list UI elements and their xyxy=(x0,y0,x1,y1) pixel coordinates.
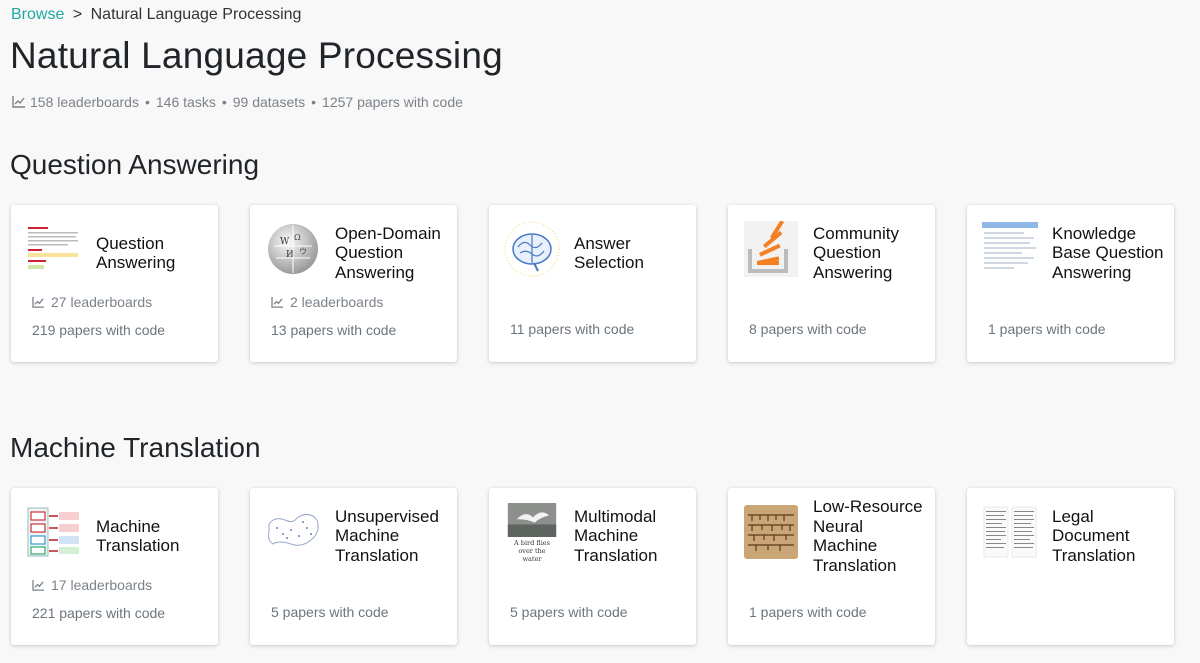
task-card-papers: 13 papers with code xyxy=(271,322,397,338)
task-card-leaderboards-count: 2 leaderboards xyxy=(290,294,384,310)
breadcrumb-separator: > xyxy=(72,6,83,23)
task-card-machine-translation[interactable]: Machine Translation 17 leaderboards 221 … xyxy=(11,488,218,645)
legal-document-thumbnail xyxy=(982,504,1038,560)
task-card-question-answering[interactable]: Question Answering 27 leaderboards 219 p… xyxy=(11,205,218,362)
task-card-open-domain-question-answering[interactable]: W Ω И ウ Open-Domain Question Answering 2… xyxy=(250,205,457,362)
task-card-title: Community Question Answering xyxy=(813,223,899,282)
task-card-title: Open-Domain Question Answering xyxy=(335,223,441,282)
kb-screenshot-thumbnail xyxy=(982,221,1038,277)
task-card-unsupervised-machine-translation[interactable]: Unsupervised Machine Translation 5 paper… xyxy=(250,488,457,645)
stats-separator: • xyxy=(144,94,150,110)
section-title-question-answering: Question Answering xyxy=(10,149,260,180)
manuscript-thumbnail xyxy=(743,504,799,560)
bird-photo-thumbnail: A bird flies over the water xyxy=(504,503,560,563)
card-row-machine-translation: Machine Translation 17 leaderboards 221 … xyxy=(11,488,1174,645)
stackoverflow-thumbnail xyxy=(743,221,799,277)
task-card-legal-document-translation[interactable]: Legal Document Translation xyxy=(967,488,1174,645)
task-card-title: Low-Resource Neural Machine Translation xyxy=(813,497,923,575)
brain-thumbnail xyxy=(504,221,560,277)
breadcrumb-current: Natural Language Processing xyxy=(90,6,302,23)
breadcrumb: Browse > Natural Language Processing xyxy=(11,6,301,24)
task-card-papers: 5 papers with code xyxy=(510,604,628,620)
wikipedia-globe-thumbnail: W Ω И ウ xyxy=(265,221,321,277)
task-card-papers: 8 papers with code xyxy=(749,321,867,337)
task-card-title: Machine Translation xyxy=(96,516,180,556)
task-card-leaderboards-count: 27 leaderboards xyxy=(51,294,153,310)
task-card-leaderboards: 17 leaderboards xyxy=(32,577,152,593)
stats-separator: • xyxy=(221,94,227,110)
task-card-papers: 1 papers with code xyxy=(749,604,867,620)
translation-diagram-thumbnail xyxy=(26,504,82,560)
chart-line-icon xyxy=(271,296,283,308)
task-card-leaderboards: 2 leaderboards xyxy=(271,294,383,310)
task-card-papers: 11 papers with code xyxy=(510,321,635,337)
task-card-papers: 5 papers with code xyxy=(271,604,389,620)
task-card-leaderboards: 27 leaderboards xyxy=(32,294,152,310)
svg-text:ウ: ウ xyxy=(299,247,307,256)
task-card-knowledge-base-question-answering[interactable]: Knowledge Base Question Answering 1 pape… xyxy=(967,205,1174,362)
task-card-papers: 219 papers with code xyxy=(32,322,166,338)
stats-leaderboards: 158 leaderboards xyxy=(30,94,139,110)
task-card-title: Multimodal Machine Translation xyxy=(574,506,658,565)
breadcrumb-browse-link[interactable]: Browse xyxy=(11,6,64,23)
task-card-community-question-answering[interactable]: Community Question Answering 8 papers wi… xyxy=(728,205,935,362)
qa-document-thumbnail xyxy=(26,221,82,277)
task-card-multimodal-machine-translation[interactable]: A bird flies over the water Multimodal M… xyxy=(489,488,696,645)
task-card-title: Question Answering xyxy=(96,233,176,273)
bird-photo-caption: A bird flies over the water xyxy=(514,539,550,563)
chart-line-icon xyxy=(32,579,44,591)
stats-tasks: 146 tasks xyxy=(155,94,216,110)
task-card-papers: 221 papers with code xyxy=(32,605,166,621)
task-card-papers: 1 papers with code xyxy=(988,321,1106,337)
task-card-leaderboards-count: 17 leaderboards xyxy=(51,577,153,593)
chart-line-icon xyxy=(12,96,25,108)
task-card-answer-selection[interactable]: Answer Selection 11 papers with code xyxy=(489,205,696,362)
stats-datasets: 99 datasets xyxy=(232,94,306,110)
stats-papers: 1257 papers with code xyxy=(322,94,463,110)
task-card-low-resource-neural-machine-translation[interactable]: Low-Resource Neural Machine Translation … xyxy=(728,488,935,645)
section-title-machine-translation: Machine Translation xyxy=(10,432,261,463)
embedding-map-thumbnail xyxy=(265,504,321,560)
task-card-title: Legal Document Translation xyxy=(1052,506,1136,565)
stats-separator: • xyxy=(311,94,317,110)
page-title: Natural Language Processing xyxy=(10,35,503,76)
svg-text:Ω: Ω xyxy=(294,233,301,242)
task-card-title: Answer Selection xyxy=(574,233,644,273)
chart-line-icon xyxy=(32,296,44,308)
page-stats: 158 leaderboards • 146 tasks • 99 datase… xyxy=(12,94,463,110)
card-row-question-answering: Question Answering 27 leaderboards 219 p… xyxy=(11,205,1174,362)
task-card-title: Unsupervised Machine Translation xyxy=(335,506,439,565)
task-card-title: Knowledge Base Question Answering xyxy=(1052,223,1164,282)
